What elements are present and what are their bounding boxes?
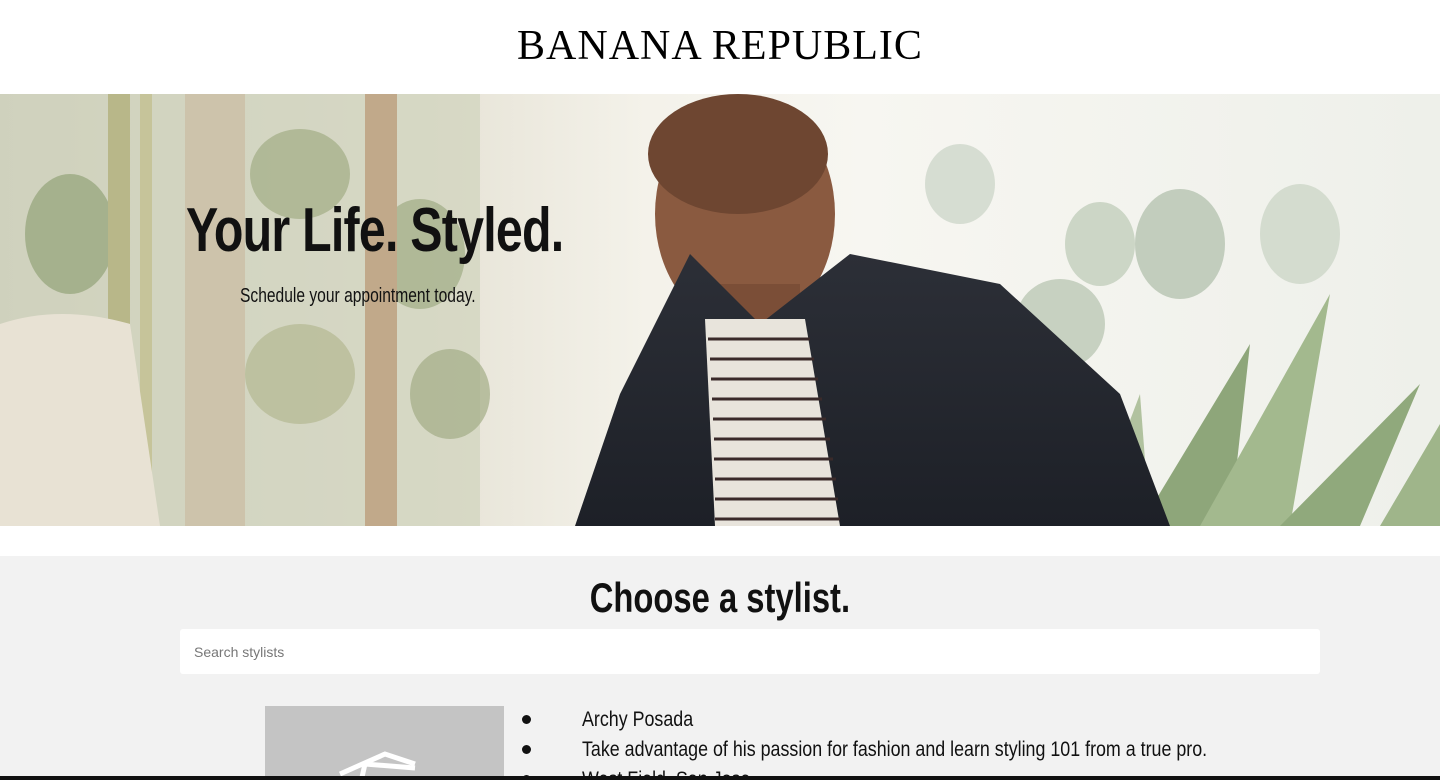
- search-stylists-input[interactable]: [180, 629, 1320, 674]
- stylist-section: Choose a stylist. Archy Posada Take adva…: [0, 556, 1440, 780]
- hero-title: Your Life. Styled.: [186, 200, 564, 262]
- hero-image: [0, 94, 1440, 526]
- stylist-photo-placeholder[interactable]: [265, 706, 504, 780]
- site-header: BANANA REPUBLIC: [0, 0, 1440, 94]
- stylist-name-item: Archy Posada: [520, 706, 1320, 736]
- hero-banner: Your Life. Styled. Schedule your appoint…: [0, 94, 1440, 526]
- window-bottom-edge: [0, 776, 1440, 780]
- brand-logo[interactable]: BANANA REPUBLIC: [517, 25, 923, 67]
- stylist-bio: Take advantage of his passion for fashio…: [582, 738, 1208, 761]
- bullet-icon: [522, 715, 531, 724]
- image-placeholder-icon: [338, 751, 416, 780]
- stylist-details: Archy Posada Take advantage of his passi…: [520, 706, 1320, 780]
- hero-subtitle: Schedule your appointment today.: [240, 285, 476, 307]
- section-title-text: Choose a stylist.: [589, 574, 851, 621]
- hero-title-light: Your Life.: [186, 196, 398, 265]
- stylist-bio-item: Take advantage of his passion for fashio…: [520, 736, 1320, 766]
- stylist-name: Archy Posada: [582, 708, 694, 731]
- hero-title-bold: Styled.: [410, 196, 564, 265]
- bullet-icon: [522, 745, 531, 754]
- section-spacer: [0, 526, 1440, 556]
- section-title: Choose a stylist.: [0, 574, 1440, 622]
